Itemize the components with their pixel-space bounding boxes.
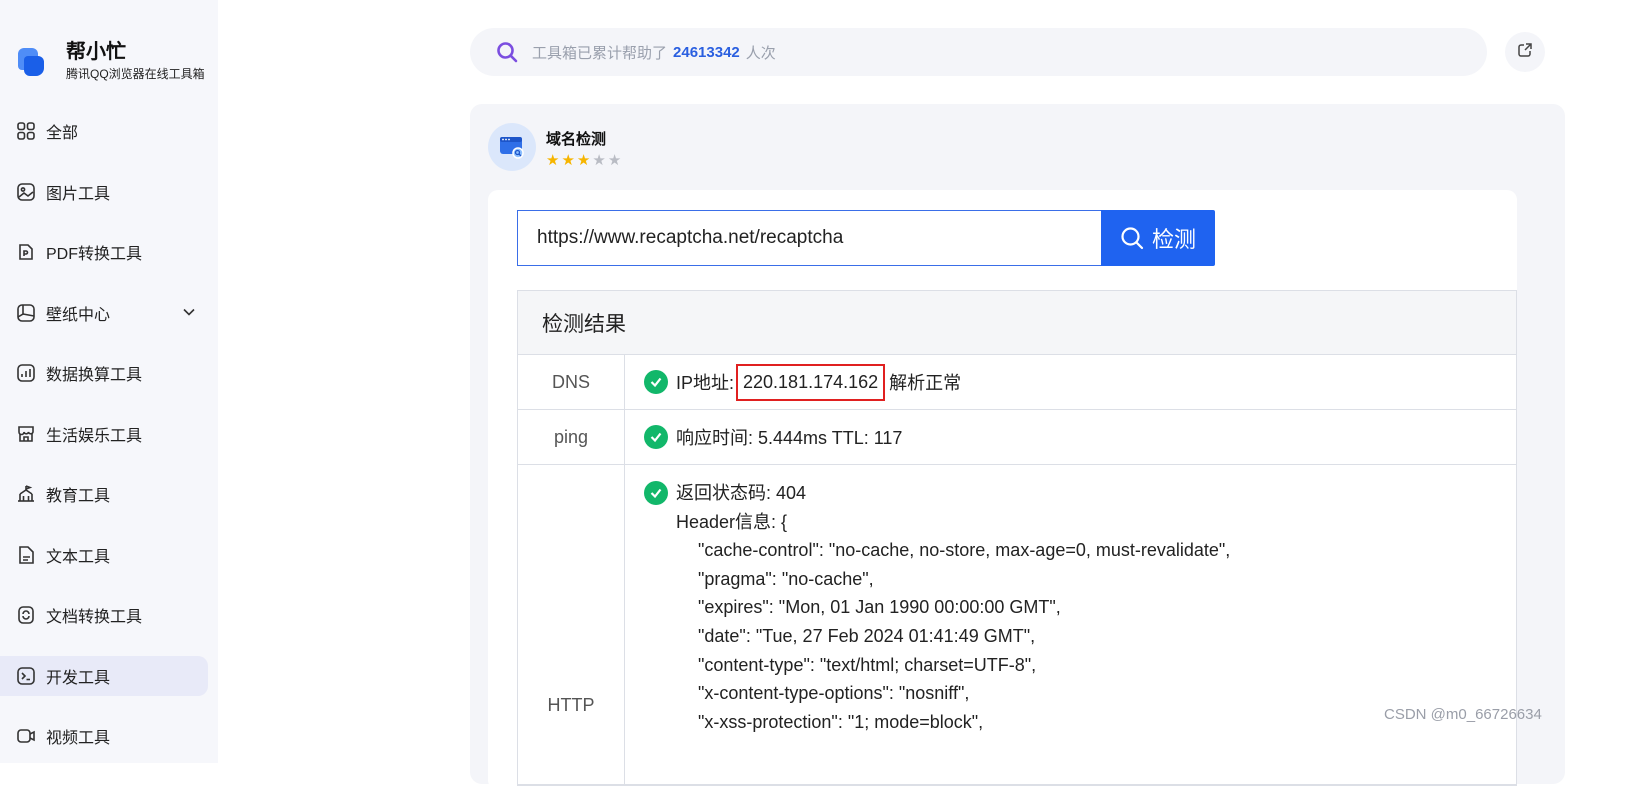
tool-rating: ★ ★ ★ ★ ★ — [546, 153, 621, 169]
row-label-ping: ping — [518, 410, 625, 464]
star-filled-icon: ★ — [576, 152, 591, 169]
terminal-icon — [16, 666, 36, 686]
detect-button-label: 检测 — [1151, 227, 1196, 252]
search-icon — [496, 41, 518, 63]
video-icon — [16, 726, 36, 746]
table-row: DNS IP地址: 220.181.174.162 解析正常 — [518, 355, 1516, 410]
chart-icon — [16, 363, 36, 383]
header-line: "x-xss-protection": "1; mode=block", — [698, 711, 984, 732]
check-circle-icon — [644, 425, 668, 449]
search-icon — [1120, 226, 1144, 250]
brand-name: 帮小忙 — [66, 41, 126, 63]
tool-title: 域名检测 — [546, 131, 607, 148]
image-icon — [16, 182, 36, 202]
wallpaper-icon — [16, 303, 36, 323]
star-filled-icon: ★ — [561, 152, 575, 169]
header-line: "expires": "Mon, 01 Jan 1990 00:00:00 GM… — [698, 597, 1061, 618]
row-label-http: HTTP — [518, 465, 625, 784]
table-row: ping 响应时间: 5.444ms TTL: 117 — [518, 410, 1516, 465]
sidebar: 帮小忙 腾讯QQ浏览器在线工具箱 全部 图片工具 PDF转换工具 壁纸中心 数据… — [0, 0, 218, 763]
sidebar-item-pdf[interactable]: PDF转换工具 — [0, 232, 208, 272]
header-title: Header信息: { — [676, 511, 788, 532]
ping-text: 响应时间: 5.444ms TTL: 117 — [676, 428, 903, 448]
brand[interactable]: 帮小忙 腾讯QQ浏览器在线工具箱 — [16, 40, 205, 82]
row-value-ping: 响应时间: 5.444ms TTL: 117 — [625, 410, 1516, 464]
grid-icon — [16, 121, 36, 141]
sidebar-item-data[interactable]: 数据换算工具 — [0, 353, 208, 393]
search-suffix: 人次 — [745, 44, 776, 62]
sidebar-item-label: 教育工具 — [46, 488, 111, 505]
sidebar-item-label: 文本工具 — [46, 548, 111, 566]
sidebar-item-image[interactable]: 图片工具 — [0, 172, 208, 212]
brand-subtitle: 腾讯QQ浏览器在线工具箱 — [66, 67, 205, 81]
row-value-http: 返回状态码: 404 Header信息: { "cache-control": … — [625, 465, 1516, 784]
sidebar-item-label: 视频工具 — [46, 730, 111, 747]
header-line: "content-type": "text/html; charset=UTF-… — [698, 654, 1037, 675]
sidebar-item-label: 数据换算工具 — [46, 367, 143, 384]
search-bar[interactable]: 工具箱已累计帮助了 24613342 人次 — [470, 28, 1487, 76]
school-icon — [16, 484, 36, 504]
header-line: "pragma": "no-cache", — [698, 568, 874, 589]
search-prefix: 工具箱已累计帮助了 — [532, 44, 668, 62]
http-status: 返回状态码: 404 — [676, 483, 807, 503]
detect-button[interactable]: 检测 — [1101, 210, 1215, 266]
star-empty-icon: ★ — [592, 152, 606, 169]
text-doc-icon — [16, 545, 36, 565]
sidebar-item-dev-tools[interactable]: 开发工具 — [0, 655, 208, 696]
sidebar-item-label: PDF转换工具 — [46, 246, 143, 263]
share-icon — [1517, 42, 1533, 63]
watermark: CSDN @m0_66726634 — [1384, 706, 1542, 723]
share-button[interactable] — [1505, 32, 1545, 72]
sidebar-item-label: 全部 — [46, 125, 79, 142]
header-line: "cache-control": "no-cache, no-store, ma… — [698, 540, 1231, 561]
check-circle-icon — [644, 481, 668, 506]
domain-check-icon — [488, 123, 536, 171]
sidebar-item-text[interactable]: 文本工具 — [0, 535, 208, 575]
dns-prefix: IP地址: — [676, 373, 735, 393]
sidebar-item-wallpaper[interactable]: 壁纸中心 — [0, 293, 208, 333]
brand-logo-icon — [16, 44, 46, 78]
result-table: 检测结果 DNS IP地址: 220.181.174.162 解析正常 ping… — [517, 290, 1517, 786]
pdf-icon — [16, 242, 36, 262]
sidebar-item-education[interactable]: 教育工具 — [0, 474, 208, 514]
sidebar-item-label: 开发工具 — [46, 669, 111, 687]
ip-address-highlight: 220.181.174.162 — [736, 363, 886, 401]
star-empty-icon: ★ — [607, 152, 622, 169]
result-heading: 检测结果 — [518, 291, 1516, 355]
chevron-down-icon[interactable] — [182, 305, 196, 324]
sidebar-item-label: 生活娱乐工具 — [46, 427, 143, 445]
header-line: "x-content-type-options": "nosniff", — [698, 683, 970, 704]
sidebar-item-label: 图片工具 — [46, 185, 111, 203]
sidebar-item-life[interactable]: 生活娱乐工具 — [0, 414, 208, 454]
check-circle-icon — [644, 370, 668, 394]
store-icon — [16, 424, 36, 444]
sidebar-nav: 全部 图片工具 PDF转换工具 壁纸中心 数据换算工具 生活娱乐工具 教育工具 … — [0, 111, 218, 777]
convert-doc-icon — [16, 605, 36, 625]
sidebar-item-video[interactable]: 视频工具 — [0, 716, 208, 756]
table-row: HTTP 返回状态码: 404 Header信息: { "cache-contr… — [518, 465, 1516, 785]
star-filled-icon: ★ — [546, 152, 560, 169]
help-count: 24613342 — [673, 43, 740, 61]
row-label-dns: DNS — [518, 355, 625, 409]
sidebar-item-label: 壁纸中心 — [46, 306, 111, 324]
sidebar-item-label: 文档转换工具 — [46, 609, 143, 626]
header-line: "date": "Tue, 27 Feb 2024 01:41:49 GMT", — [698, 625, 1036, 646]
sidebar-item-doc-convert[interactable]: 文档转换工具 — [0, 595, 208, 635]
url-input[interactable] — [517, 210, 1102, 266]
dns-suffix: 解析正常 — [889, 373, 962, 393]
sidebar-item-all[interactable]: 全部 — [0, 111, 208, 151]
row-value-dns: IP地址: 220.181.174.162 解析正常 — [625, 355, 1516, 409]
